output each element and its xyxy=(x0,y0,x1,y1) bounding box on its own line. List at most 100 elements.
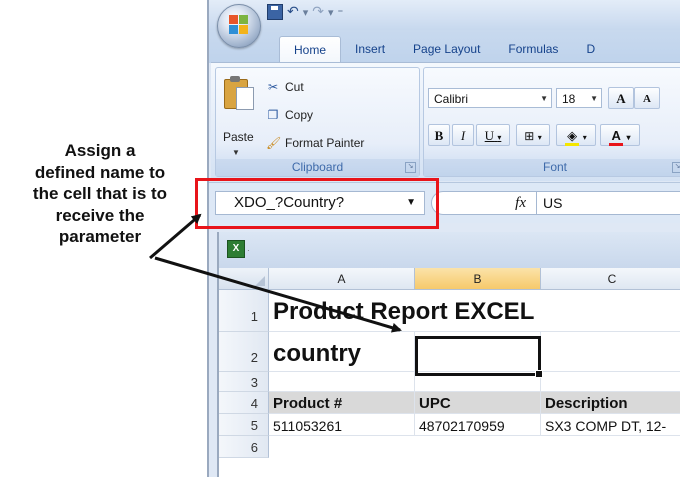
cell-b4[interactable]: UPC xyxy=(415,392,541,414)
grow-font-button[interactable]: A xyxy=(608,87,634,109)
quick-access-toolbar: ↶ ▾ ↷ ▾ ⁼ xyxy=(267,4,343,20)
name-box-value: XDO_?Country? xyxy=(234,194,345,211)
workbook-title-bar: X · xyxy=(219,232,680,268)
ribbon: Paste ▼ ✂ Cut ❐ Copy 🖌 Format Painter Cl… xyxy=(211,62,680,181)
italic-icon: I xyxy=(460,128,466,143)
format-painter-button[interactable]: 🖌 Format Painter xyxy=(266,136,364,150)
fill-bucket-icon: ◈ xyxy=(565,128,580,146)
cell-c3[interactable] xyxy=(541,372,680,392)
font-name-combo[interactable]: Calibri ▼ xyxy=(428,88,552,108)
row-header-4[interactable]: 4 xyxy=(219,392,269,414)
callout-line-4: receive the xyxy=(55,205,145,225)
tab-insert[interactable]: Insert xyxy=(341,36,399,62)
tab-page-layout[interactable]: Page Layout xyxy=(399,36,494,62)
name-box[interactable]: XDO_?Country? ▼ xyxy=(215,191,425,215)
ribbon-tabs: Home Insert Page Layout Formulas D xyxy=(279,36,609,62)
workbook-window: X · A B C 1 Product Report EXCEL 2 count… xyxy=(217,232,680,477)
redo-dropdown-icon[interactable]: ▾ xyxy=(328,6,334,19)
scissors-icon: ✂ xyxy=(267,80,279,94)
row-header-2[interactable]: 2 xyxy=(219,332,269,372)
paintbrush-icon: 🖌 xyxy=(266,136,282,150)
tab-formulas[interactable]: Formulas xyxy=(494,36,572,62)
font-name-dropdown-icon[interactable]: ▼ xyxy=(540,89,548,109)
country-label: country xyxy=(273,340,362,367)
shrink-font-icon: A xyxy=(643,93,651,105)
undo-icon[interactable]: ↶ xyxy=(287,4,299,20)
borders-button[interactable]: ⊞ ▾ xyxy=(516,124,550,146)
fx-icon: fx xyxy=(515,195,526,211)
callout-line-2: defined name to xyxy=(34,162,166,182)
font-name-value: Calibri xyxy=(434,92,469,106)
title-bar: ↶ ▾ ↷ ▾ ⁼ xyxy=(209,0,680,30)
cell-c4[interactable]: Description xyxy=(541,392,680,414)
bold-icon: B xyxy=(434,128,444,143)
callout-line-3: the cell that is to xyxy=(32,184,168,203)
format-painter-label: Format Painter xyxy=(285,136,365,150)
font-color-button[interactable]: A ▾ xyxy=(600,124,640,146)
copy-button[interactable]: ❐ Copy xyxy=(266,108,313,122)
cut-button[interactable]: ✂ Cut xyxy=(266,80,304,94)
cell-b1[interactable] xyxy=(415,290,541,332)
copy-label: Copy xyxy=(285,108,314,122)
cell-c2[interactable] xyxy=(541,332,680,372)
paste-dropdown-icon[interactable]: ▼ xyxy=(232,148,240,157)
font-size-value: 18 xyxy=(562,92,576,106)
underline-button[interactable]: U ▾ xyxy=(476,124,510,146)
font-group-label: Font xyxy=(424,159,680,176)
copy-icon: ❐ xyxy=(267,108,279,122)
office-button[interactable] xyxy=(217,4,261,48)
fill-color-button[interactable]: ◈ ▾ xyxy=(556,124,596,146)
excel-workbook-icon[interactable]: X xyxy=(227,240,245,258)
tab-home[interactable]: Home xyxy=(279,36,342,62)
italic-button[interactable]: I xyxy=(452,124,474,146)
paste-button[interactable]: Paste xyxy=(223,130,254,144)
cell-a2[interactable]: country xyxy=(269,332,415,372)
clipboard-group-label: Clipboard xyxy=(216,159,419,176)
row-header-3[interactable]: 3 xyxy=(219,372,269,392)
font-size-dropdown-icon[interactable]: ▼ xyxy=(590,89,598,109)
cell-b5[interactable]: 48702170959 xyxy=(415,414,541,436)
shrink-font-button[interactable]: A xyxy=(634,87,660,109)
bold-button[interactable]: B xyxy=(428,124,450,146)
tab-data[interactable]: D xyxy=(572,36,609,62)
grow-font-icon: A xyxy=(616,91,626,106)
clipboard-launcher-icon[interactable]: ↘ xyxy=(405,162,416,173)
active-cell-b2[interactable] xyxy=(415,336,543,378)
insert-function-button[interactable]: fx xyxy=(431,191,537,215)
redo-icon[interactable]: ↷ xyxy=(312,4,324,20)
callout-text: Assign a defined name to the cell that i… xyxy=(0,140,200,248)
clipboard-group: Paste ▼ ✂ Cut ❐ Copy 🖌 Format Painter Cl… xyxy=(215,67,420,177)
column-header-c[interactable]: C xyxy=(541,268,680,290)
row-header-5[interactable]: 5 xyxy=(219,414,269,436)
cut-label: Cut xyxy=(285,80,304,94)
column-header-b[interactable]: B xyxy=(415,268,541,290)
qat-customize-icon[interactable]: ⁼ xyxy=(338,6,344,19)
paste-icon[interactable] xyxy=(224,76,254,110)
excel-window: ↶ ▾ ↷ ▾ ⁼ Home Insert Page Layout Formul… xyxy=(207,0,680,477)
borders-icon: ⊞ xyxy=(524,129,535,143)
cell-a4[interactable]: Product # xyxy=(269,392,415,414)
cell-c1[interactable] xyxy=(541,290,680,332)
font-group: Calibri ▼ 18 ▼ A A B I U ▾ ⊞ ▾ ◈ ▾ A ▾ F… xyxy=(423,67,680,177)
formula-bar: XDO_?Country? ▼ fx US xyxy=(209,182,680,223)
row-header-1[interactable]: 1 xyxy=(219,290,269,332)
font-size-combo[interactable]: 18 ▼ xyxy=(556,88,602,108)
font-color-icon: A xyxy=(609,128,623,146)
font-launcher-icon[interactable]: ↘ xyxy=(672,162,680,173)
save-icon[interactable] xyxy=(267,4,283,20)
undo-dropdown-icon[interactable]: ▾ xyxy=(303,6,309,19)
office-logo-icon xyxy=(229,15,249,35)
cell-c5[interactable]: SX3 COMP DT, 12- xyxy=(541,414,680,436)
cell-a5[interactable]: 511053261 xyxy=(269,414,415,436)
workbook-title-dot: · xyxy=(247,246,250,255)
callout-line-5: parameter xyxy=(58,227,142,246)
cell-a1[interactable]: Product Report EXCEL xyxy=(269,290,534,332)
callout-line-1: Assign a xyxy=(64,141,136,160)
select-all-corner[interactable] xyxy=(219,268,269,290)
column-header-a[interactable]: A xyxy=(269,268,415,290)
name-box-dropdown-icon[interactable]: ▼ xyxy=(406,192,416,214)
underline-icon: U xyxy=(484,128,495,143)
row-header-6[interactable]: 6 xyxy=(219,436,269,458)
formula-input[interactable]: US xyxy=(537,191,680,215)
cell-a3[interactable] xyxy=(269,372,415,392)
